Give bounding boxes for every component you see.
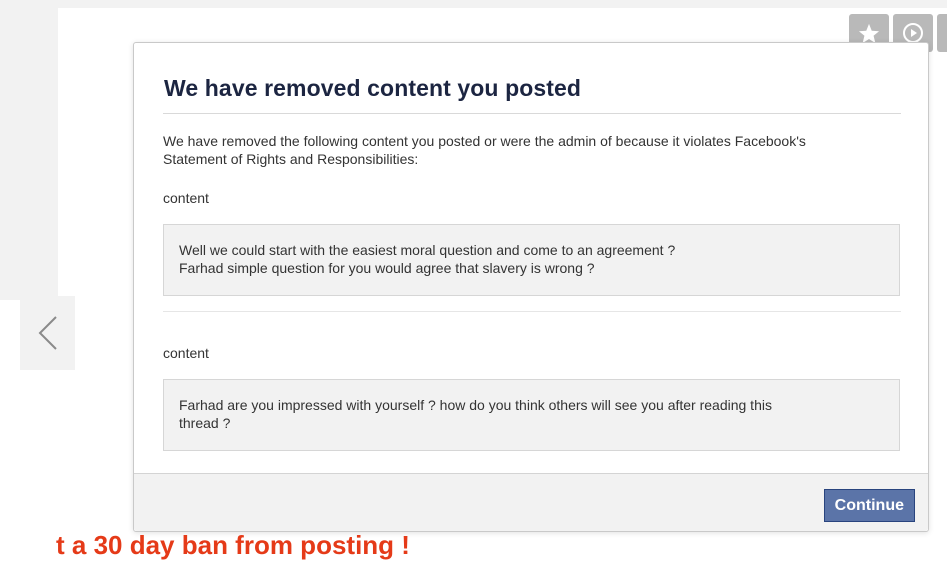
- star-icon: [858, 23, 880, 43]
- removed-content-1-line-2: Farhad simple question for you would agr…: [179, 260, 595, 276]
- removed-content-1: Well we could start with the easiest mor…: [163, 224, 900, 296]
- next-tool-icon[interactable]: [937, 14, 947, 52]
- chevron-left-icon: [38, 316, 57, 350]
- dialog-title: We have removed content you posted: [164, 75, 582, 101]
- content-label-1: content: [163, 190, 209, 206]
- page-background-top: [0, 0, 947, 8]
- content-removed-dialog: We have removed content you posted We ha…: [133, 42, 929, 532]
- removed-content-2-line-2: thread ?: [179, 415, 231, 431]
- intro-line-1: We have removed the following content yo…: [163, 133, 806, 149]
- page-background-left: [0, 0, 58, 300]
- title-divider: [163, 113, 901, 114]
- removed-content-2-line-1: Farhad are you impressed with yourself ?…: [179, 397, 772, 413]
- continue-button[interactable]: Continue: [823, 489, 915, 522]
- intro-line-2: Statement of Rights and Responsibilities…: [163, 151, 419, 167]
- removed-content-2: Farhad are you impressed with yourself ?…: [163, 379, 900, 451]
- removed-content-1-line-1: Well we could start with the easiest mor…: [179, 242, 676, 258]
- dialog-intro: We have removed the following content yo…: [163, 132, 908, 168]
- previous-button[interactable]: [20, 296, 75, 370]
- section-divider: [163, 311, 901, 312]
- play-circle-icon: [903, 23, 923, 43]
- screen: We have removed content you posted We ha…: [0, 0, 947, 561]
- ban-caption: t a 30 day ban from posting !: [56, 530, 410, 560]
- dialog-footer: Continue: [134, 473, 928, 531]
- content-label-2: content: [163, 345, 209, 361]
